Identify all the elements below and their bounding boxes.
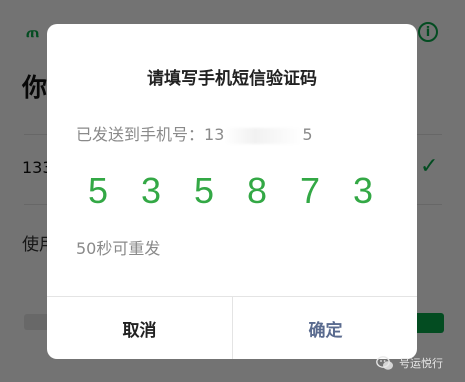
code-digit: 7 [299, 170, 321, 211]
phone-visible-start: 13 [204, 125, 225, 144]
code-digit: 8 [246, 170, 268, 211]
phone-visible-end: 5 [302, 125, 313, 144]
sent-to-phone-text: 已发送到手机号：13 5 [76, 121, 313, 145]
code-digit: 5 [193, 170, 215, 211]
code-digit: 3 [140, 170, 162, 211]
watermark-text: 号运悦行 [399, 357, 443, 370]
phone-redaction [224, 127, 303, 144]
dialog-title: 请填写手机短信验证码 [147, 69, 317, 89]
verification-code-input[interactable]: 5 3 5 8 7 3 [80, 170, 390, 214]
resend-countdown: 50秒可重发 [76, 239, 161, 258]
sent-to-label: 已发送到手机号： [76, 125, 205, 144]
sms-verification-dialog: 请填写手机短信验证码 已发送到手机号：13 5 5 3 5 8 7 3 50秒可重… [47, 24, 417, 359]
wechat-logo-icon [376, 355, 393, 370]
code-digit: 3 [352, 170, 374, 211]
watermark: 号运悦行 [376, 355, 443, 371]
code-digit: 5 [87, 170, 109, 211]
cancel-button[interactable]: 取消 [47, 297, 232, 359]
confirm-button[interactable]: 确定 [233, 297, 417, 359]
